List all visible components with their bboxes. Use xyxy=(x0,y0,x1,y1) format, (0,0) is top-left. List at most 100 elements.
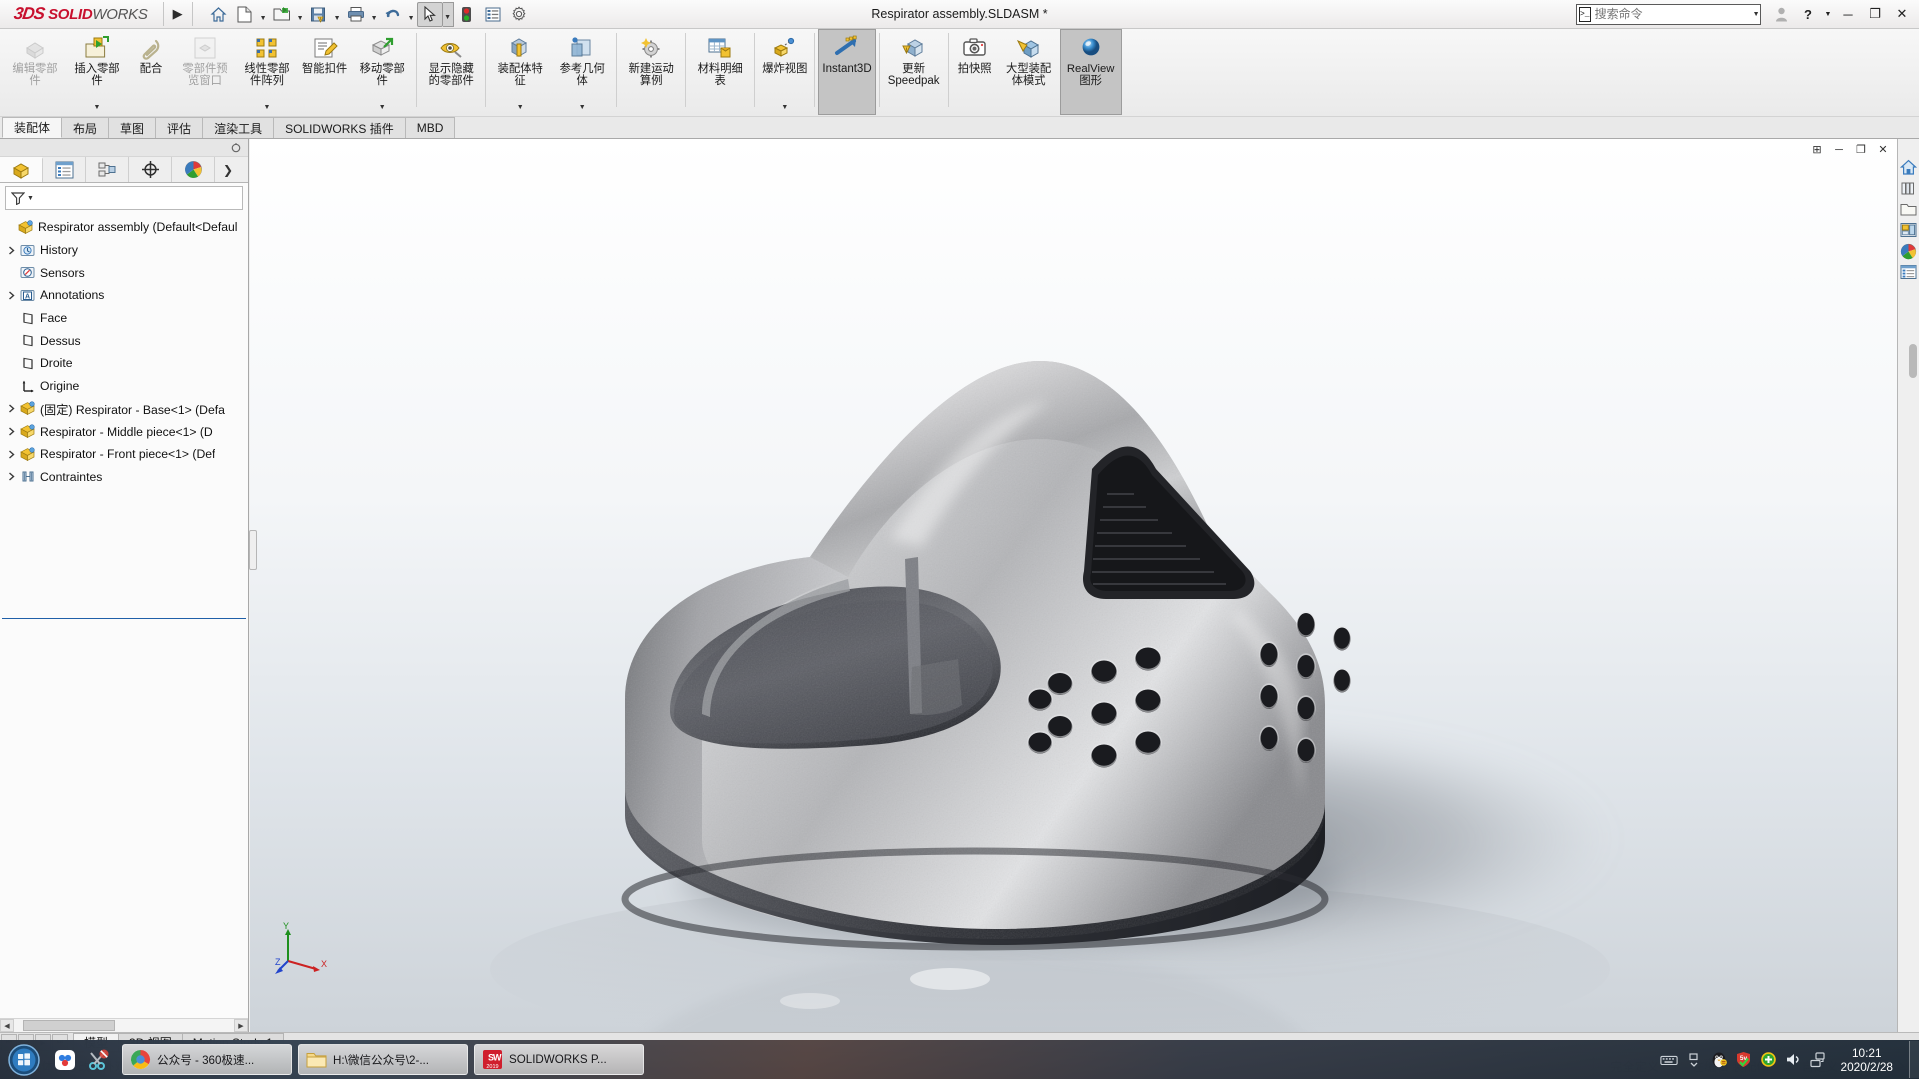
design-library-icon[interactable] xyxy=(1899,178,1919,198)
help-dropdown-icon[interactable]: ▼ xyxy=(1822,2,1834,27)
graphics-close-button[interactable]: ✕ xyxy=(1873,140,1893,159)
command-tab-1[interactable]: 布局 xyxy=(61,117,110,138)
tree-item[interactable]: A Annotations xyxy=(0,284,248,307)
ribbon-button-reference-geometry[interactable]: 参考几何体 ▼ xyxy=(551,29,613,115)
view-palette-icon[interactable] xyxy=(1899,220,1919,240)
file-explorer-folder-icon[interactable] xyxy=(1899,199,1919,219)
feature-manager-tab[interactable] xyxy=(0,157,43,182)
search-command-box[interactable]: >_ ▼ xyxy=(1576,3,1763,25)
search-input[interactable] xyxy=(1594,7,1750,21)
appearances-scenes-sphere-icon[interactable] xyxy=(1899,241,1919,261)
command-tab-4[interactable]: 渲染工具 xyxy=(202,117,275,138)
home-icon[interactable] xyxy=(206,2,232,27)
security-shield-icon[interactable]: 5v xyxy=(1735,1051,1753,1069)
ribbon-button-realview-sphere[interactable]: RealView 图形 xyxy=(1059,29,1122,115)
user-icon[interactable] xyxy=(1768,2,1794,27)
cloud-sync-icon[interactable] xyxy=(48,1042,82,1078)
undo-dropdown-icon[interactable]: ▼ xyxy=(406,2,417,27)
open-folder-icon[interactable] xyxy=(269,2,295,27)
tree-item[interactable]: Contraintes xyxy=(0,466,248,489)
volume-speaker-icon[interactable] xyxy=(1785,1051,1803,1069)
tree-expander-icon[interactable] xyxy=(4,246,18,255)
tree-item[interactable]: Respirator - Front piece<1> (Def xyxy=(0,443,248,466)
ribbon-button-show-hidden-components[interactable]: 显示隐藏的零部件 xyxy=(420,29,482,115)
property-manager-tab[interactable] xyxy=(43,157,86,182)
save-icon[interactable]: ! xyxy=(306,2,332,27)
restore-button[interactable]: ❐ xyxy=(1862,2,1888,27)
tree-item[interactable]: Face xyxy=(0,307,248,330)
tree-expander-icon[interactable] xyxy=(4,472,18,481)
tree-expander-icon[interactable] xyxy=(4,450,18,459)
ribbon-button-new-motion-study[interactable]: 新建运动算例 xyxy=(620,29,682,115)
graphics-viewport[interactable]: ▼▼▼▼▼▼ ⊞─❐✕ Y X Z xyxy=(250,139,1897,1032)
show-desktop-button[interactable] xyxy=(1909,1041,1919,1078)
save-dropdown-icon[interactable]: ▼ xyxy=(332,2,343,27)
update-plus-icon[interactable] xyxy=(1760,1051,1778,1069)
tree-item[interactable]: Sensors xyxy=(0,261,248,284)
options-list-icon[interactable] xyxy=(480,2,506,27)
tree-expander-icon[interactable] xyxy=(4,291,18,300)
task-pane-scroll-indicator[interactable] xyxy=(1909,344,1917,378)
sw-resources-home-icon[interactable] xyxy=(1899,157,1919,177)
network-icon[interactable] xyxy=(1810,1051,1828,1069)
ribbon-button-dropdown-icon[interactable]: ▼ xyxy=(264,104,271,114)
print-dropdown-icon[interactable]: ▼ xyxy=(369,2,380,27)
ribbon-button-dropdown-icon[interactable]: ▼ xyxy=(517,104,524,114)
tree-item[interactable]: Origine xyxy=(0,375,248,398)
tree-filter-box[interactable]: ▼ xyxy=(5,186,243,210)
taskbar-window-0[interactable]: 公众号 - 360极速... xyxy=(122,1044,292,1075)
tree-tabs-more-chevron-icon[interactable]: ❯ xyxy=(215,157,248,182)
command-tab-3[interactable]: 评估 xyxy=(155,117,204,138)
taskbar-window-1[interactable]: H:\微信公众号\2-... xyxy=(298,1044,468,1075)
ribbon-button-dropdown-icon[interactable]: ▼ xyxy=(579,104,586,114)
tree-horizontal-scrollbar[interactable]: ◀ ▶ xyxy=(0,1018,248,1032)
open-dropdown-icon[interactable]: ▼ xyxy=(295,2,306,27)
graphics-minimize-button[interactable]: ─ xyxy=(1829,140,1849,159)
display-manager-tab[interactable] xyxy=(172,157,215,182)
ribbon-button-dropdown-icon[interactable]: ▼ xyxy=(781,104,788,114)
graphics-restore-all-button[interactable]: ⊞ xyxy=(1807,140,1827,159)
ribbon-button-dropdown-icon[interactable]: ▼ xyxy=(94,104,101,114)
filter-dropdown-icon[interactable]: ▼ xyxy=(25,195,34,202)
tree-item[interactable]: Respirator - Middle piece<1> (D xyxy=(0,420,248,443)
command-tab-5[interactable]: SOLIDWORKS 插件 xyxy=(273,117,406,138)
command-tab-2[interactable]: 草图 xyxy=(108,117,157,138)
tree-item[interactable]: History xyxy=(0,239,248,262)
undo-icon[interactable] xyxy=(380,2,406,27)
respirator-assembly-3d-model[interactable] xyxy=(250,139,1897,1032)
gear-icon[interactable] xyxy=(506,2,532,27)
ribbon-button-snapshot-camera[interactable]: 拍快照 xyxy=(952,29,998,115)
search-dropdown-icon[interactable]: ▼ xyxy=(1750,11,1763,18)
scroll-left-icon[interactable]: ◀ xyxy=(0,1019,14,1032)
taskbar-window-2[interactable]: S W 2019 SOLIDWORKS P... xyxy=(474,1044,644,1075)
pin-panel-icon[interactable] xyxy=(230,142,242,154)
scrollbar-track[interactable] xyxy=(14,1019,234,1032)
command-tab-6[interactable]: MBD xyxy=(404,117,456,138)
qq-penguin-icon[interactable] xyxy=(1710,1051,1728,1069)
rebuild-icon[interactable] xyxy=(454,2,480,27)
close-button[interactable]: ✕ xyxy=(1889,2,1915,27)
new-document-icon[interactable] xyxy=(232,2,258,27)
ribbon-button-insert-component[interactable]: 插入零部件 ▼ xyxy=(66,29,128,115)
help-question-icon[interactable]: ? xyxy=(1795,2,1821,27)
custom-properties-icon[interactable] xyxy=(1899,262,1919,282)
minimize-button[interactable]: ─ xyxy=(1835,2,1861,27)
new-document-dropdown-icon[interactable]: ▼ xyxy=(258,2,269,27)
ribbon-button-exploded-view[interactable]: 爆炸视图 ▼ xyxy=(758,29,811,115)
ribbon-button-update-speedpak[interactable]: ! 更新 Speedpak xyxy=(883,29,945,115)
ribbon-button-bill-of-materials[interactable]: 材料明细表 xyxy=(689,29,751,115)
graphics-restore-button[interactable]: ❐ xyxy=(1851,140,1871,159)
windows-start-orb[interactable] xyxy=(0,1042,48,1078)
select-dropdown-icon[interactable]: ▼ xyxy=(442,1,454,27)
tree-expander-icon[interactable] xyxy=(4,404,18,413)
ribbon-button-large-assembly-mode[interactable]: 大型装配体模式 xyxy=(998,29,1060,115)
configuration-manager-tab[interactable] xyxy=(86,157,129,182)
panel-splitter-handle[interactable] xyxy=(249,530,257,570)
dimxpert-manager-tab[interactable] xyxy=(129,157,172,182)
ribbon-button-assembly-feature[interactable]: 装配体特征 ▼ xyxy=(489,29,551,115)
snipping-tool-scissors-icon[interactable] xyxy=(82,1042,116,1078)
command-tab-0[interactable]: 装配体 xyxy=(2,117,63,138)
tree-item[interactable]: (固定) Respirator - Base<1> (Defa xyxy=(0,398,248,421)
ribbon-button-smart-fastener[interactable]: 智能扣件 xyxy=(298,29,351,115)
menu-expand-arrow-icon[interactable]: ▶ xyxy=(169,2,187,26)
